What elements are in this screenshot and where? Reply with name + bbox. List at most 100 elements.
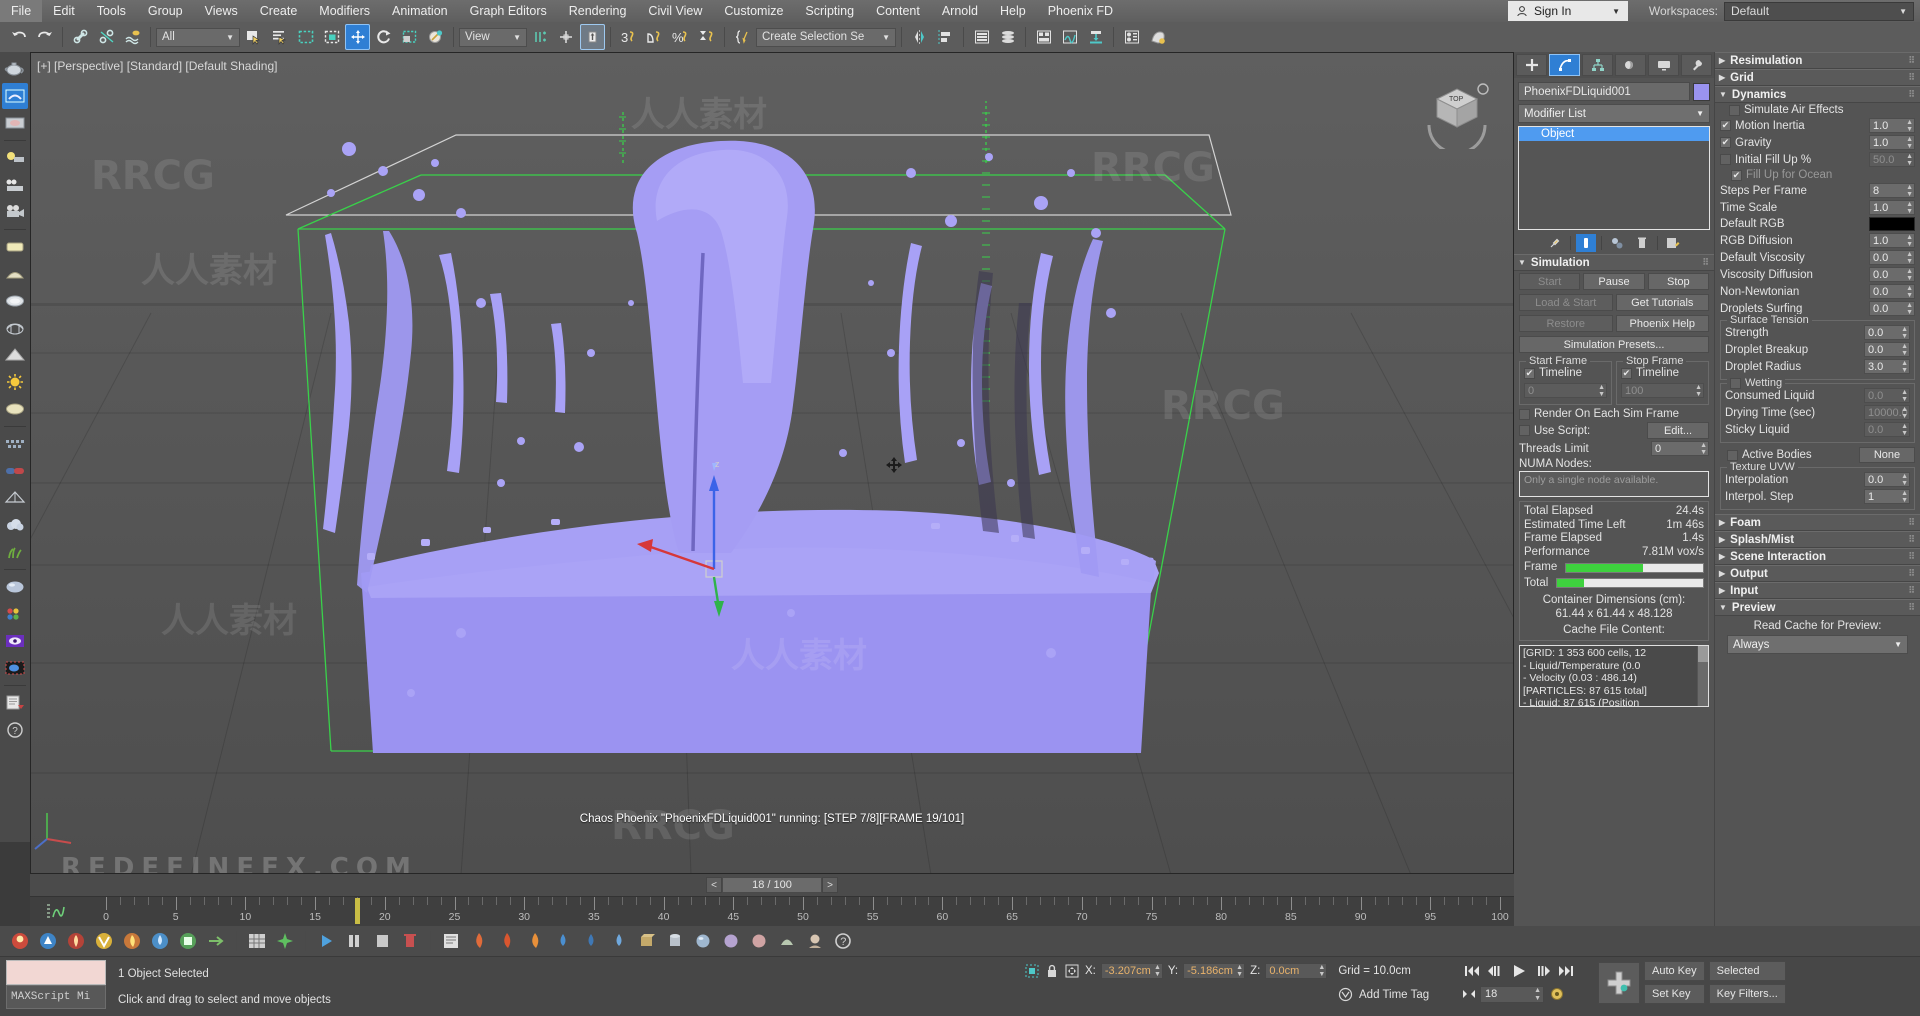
menu-item-graph-editors[interactable]: Graph Editors [459, 0, 558, 22]
next-frame-icon[interactable] [1534, 961, 1554, 981]
terrain-icon[interactable] [2, 342, 28, 368]
menu-item-file[interactable]: File [0, 0, 43, 22]
menu-item-content[interactable]: Content [865, 0, 931, 22]
frame-display[interactable]: 18 / 100 [722, 877, 822, 893]
window-crossing-icon[interactable] [319, 24, 344, 50]
help-icon[interactable]: ? [831, 930, 855, 952]
scene-explorer-icon[interactable] [995, 24, 1020, 50]
rollout-header-simulation[interactable]: ▼ Simulation ⠿ [1514, 254, 1714, 271]
drying-time-spinner[interactable]: 10000.0 ▲ ▼ [1864, 405, 1910, 420]
menu-item-civil-view[interactable]: Civil View [637, 0, 713, 22]
rollout-header-splash-mist[interactable]: ▶ Splash/Mist ⠿ [1715, 531, 1920, 548]
numa-nodes-box[interactable]: Only a single node available. [1519, 471, 1709, 497]
consumed-liquid-spinner[interactable]: 0.0 ▲ ▼ [1864, 388, 1910, 403]
initial-fill-up-spinner[interactable]: 50.0 ▲ ▼ [1869, 152, 1915, 167]
cache-file-content-list[interactable]: [GRID: 1 353 600 cells, 12 - Liquid/Temp… [1519, 645, 1709, 707]
gravity-spinner[interactable]: 1.0 ▲ ▼ [1869, 135, 1915, 150]
droplet-breakup-spinner[interactable]: 0.0 ▲ ▼ [1864, 342, 1910, 357]
snaps-toggle-icon[interactable]: 3 [616, 24, 641, 50]
auto-key-button[interactable]: Auto Key [1644, 961, 1705, 981]
menu-item-modifiers[interactable]: Modifiers [308, 0, 381, 22]
droplet-radius-spinner[interactable]: 3.0 ▲ ▼ [1864, 359, 1910, 374]
sun-icon[interactable] [2, 369, 28, 395]
track-bar[interactable]: 0 5 10 15 20 25 30 35 40 45 50 55 60 65 70 75 80 85 90 95 10… [30, 896, 1514, 926]
placement-icon[interactable] [423, 24, 448, 50]
material-editor-icon[interactable] [1119, 24, 1144, 50]
spinner-arrows-icon[interactable]: ▲ ▼ [1318, 964, 1325, 978]
object-color-swatch[interactable] [1693, 82, 1710, 101]
stack-item-object[interactable]: Object [1519, 127, 1709, 141]
align-icon[interactable] [933, 24, 958, 50]
curve-editor-toggle-icon[interactable] [44, 901, 66, 923]
eye-purple-icon[interactable] [2, 628, 28, 654]
liquid-sphere-icon[interactable] [2, 574, 28, 600]
sky-portal-icon[interactable] [2, 83, 28, 109]
show-end-result-icon[interactable] [1576, 234, 1596, 252]
go-to-start-icon[interactable] [1462, 961, 1482, 981]
absolute-relative-mode-icon[interactable] [1064, 963, 1080, 979]
select-and-manipulate-icon[interactable] [580, 24, 605, 50]
modify-tab[interactable] [1549, 54, 1580, 76]
pause-icon[interactable] [342, 930, 366, 952]
maxscript-output-pane[interactable] [6, 960, 106, 985]
spinner-arrows-icon[interactable]: ▲ ▼ [1906, 153, 1913, 167]
target-light-icon[interactable] [2, 172, 28, 198]
cache-scrollbar[interactable] [1697, 646, 1708, 706]
fill-up-for-ocean-checkbox[interactable]: ✔ [1731, 169, 1742, 181]
play-icon[interactable] [314, 930, 338, 952]
initial-fill-up-checkbox[interactable] [1720, 154, 1731, 165]
ref-coord-system-select[interactable]: View ▼ [459, 27, 527, 47]
delete-icon[interactable] [398, 930, 422, 952]
default-rgb-swatch[interactable] [1869, 217, 1915, 231]
fd-source-icon[interactable] [176, 929, 200, 953]
load-and-start-button[interactable]: Load & Start [1519, 294, 1613, 311]
get-tutorials-button[interactable]: Get Tutorials [1615, 294, 1709, 311]
spinner-arrows-icon[interactable]: ▲ ▼ [1901, 389, 1908, 403]
set-key-button[interactable]: Set Key [1644, 984, 1705, 1004]
spinner-arrows-icon[interactable]: ▲ ▼ [1906, 268, 1913, 282]
disc-icon[interactable] [2, 288, 28, 314]
use-center-transform-icon[interactable] [554, 24, 579, 50]
make-unique-icon[interactable] [1607, 234, 1627, 252]
spark-icon[interactable] [273, 930, 297, 952]
start-timeline-checkbox[interactable]: ✔ [1524, 367, 1535, 379]
start-frame-spinner[interactable]: 0 ▲ ▼ [1524, 383, 1607, 398]
script-edit-button[interactable]: Edit... [1647, 422, 1709, 439]
pyramid-icon[interactable] [2, 485, 28, 511]
spinner-arrows-icon[interactable]: ▲ ▼ [1901, 360, 1908, 374]
rollout-header-output[interactable]: ▶ Output ⠿ [1715, 565, 1920, 582]
use-script-checkbox[interactable] [1519, 425, 1530, 436]
cap-icon[interactable] [775, 930, 799, 952]
non-newtonian-spinner[interactable]: 0.0 ▲ ▼ [1869, 284, 1915, 299]
rollout-header-grid[interactable]: ▶ Grid ⠿ [1715, 69, 1920, 86]
spinner-arrows-icon[interactable]: ▲ ▼ [1598, 384, 1605, 398]
menu-item-tools[interactable]: Tools [86, 0, 137, 22]
utilities-tab[interactable] [1681, 54, 1712, 76]
simulation-presets-button[interactable]: Simulation Presets... [1519, 336, 1709, 353]
rollout-header-preview[interactable]: ▼ Preview ⠿ [1715, 599, 1920, 616]
spinner-arrows-icon[interactable]: ▲ ▼ [1236, 964, 1243, 978]
read-cache-select[interactable]: Always ▼ [1727, 635, 1908, 654]
teapot-icon[interactable] [2, 56, 28, 82]
bind-spacewarp-icon[interactable] [120, 24, 145, 50]
cyl-icon[interactable] [663, 930, 687, 952]
spinner-arrows-icon[interactable]: ▲ ▼ [1695, 384, 1702, 398]
menu-item-help[interactable]: Help [989, 0, 1037, 22]
spinner-arrows-icon[interactable]: ▲ ▼ [1901, 473, 1908, 487]
sphere-gizmo-icon[interactable] [2, 315, 28, 341]
spinner-arrows-icon[interactable]: ▲ ▼ [1906, 251, 1913, 265]
selection-filter-select[interactable]: All ▼ [156, 27, 240, 47]
spinner-arrows-icon[interactable]: ▲ ▼ [1901, 423, 1908, 437]
time-configuration-icon[interactable] [1548, 985, 1566, 1003]
list-icon[interactable] [439, 930, 463, 952]
object-name-field[interactable]: PhoenixFDLiquid001 [1518, 82, 1690, 101]
rollout-header-resimulation[interactable]: ▶ Resimulation ⠿ [1715, 52, 1920, 69]
select-link-icon[interactable] [68, 24, 93, 50]
spinner-arrows-icon[interactable]: ▲ ▼ [1906, 302, 1913, 316]
cloud-icon[interactable] [2, 512, 28, 538]
curve-editor-icon[interactable] [1057, 24, 1082, 50]
y-coordinate-field[interactable]: -5.186cm ▲ ▼ [1183, 963, 1246, 979]
workspaces-select[interactable]: Default ▼ [1724, 1, 1914, 21]
modifier-list-select[interactable]: Modifier List ▼ [1518, 104, 1710, 123]
droplets-surfing-spinner[interactable]: 0.0 ▲ ▼ [1869, 301, 1915, 316]
